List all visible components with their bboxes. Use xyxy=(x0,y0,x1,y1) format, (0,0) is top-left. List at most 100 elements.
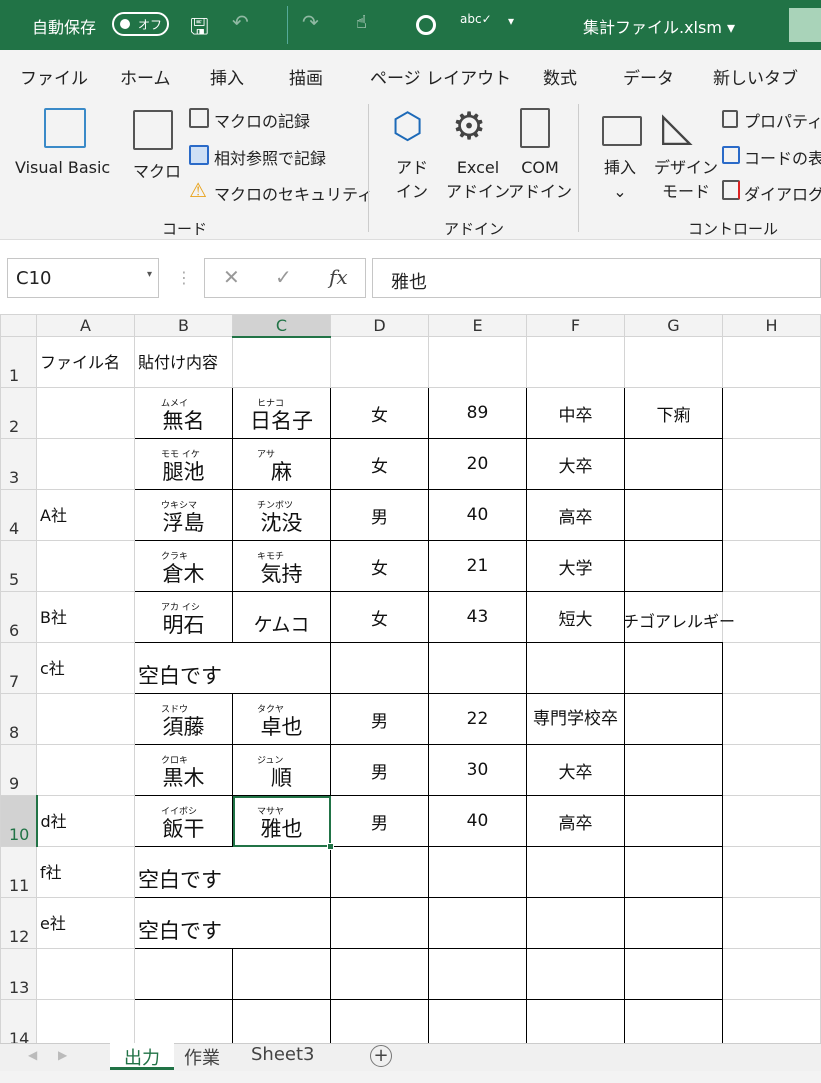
cell-F7[interactable] xyxy=(526,642,625,694)
add-sheet-button[interactable]: + xyxy=(370,1045,392,1067)
row-header[interactable]: 7 xyxy=(0,642,37,694)
cancel-icon[interactable]: ✕ xyxy=(223,265,240,289)
cell-D2[interactable]: 女 xyxy=(330,387,429,439)
cell-F6[interactable]: 短大 xyxy=(526,591,625,643)
cell-F5[interactable]: 大学 xyxy=(526,540,625,592)
cell-H11[interactable] xyxy=(722,846,821,898)
cell-C3[interactable]: アサ麻 xyxy=(232,438,331,490)
addins-button[interactable]: アド イン xyxy=(396,156,428,204)
cell-E2[interactable]: 89 xyxy=(428,387,527,439)
cell-C7[interactable] xyxy=(232,642,331,694)
cell-C1[interactable] xyxy=(232,336,331,388)
cell-A7[interactable]: c社 xyxy=(36,642,135,694)
run-dialog-button[interactable]: ダイアログの xyxy=(744,181,821,205)
cell-G12[interactable] xyxy=(624,897,723,949)
cell-G1[interactable] xyxy=(624,336,723,388)
row-header[interactable]: 2 xyxy=(0,387,37,439)
com-addins-button[interactable]: COM アドイン xyxy=(508,156,572,204)
cell-G5[interactable] xyxy=(624,540,723,592)
cell-B2[interactable]: ムメイ 無名 xyxy=(134,387,233,439)
tab-home[interactable]: ホーム xyxy=(120,64,171,89)
cell-E9[interactable]: 30 xyxy=(428,744,527,796)
cell-E11[interactable] xyxy=(428,846,527,898)
cell-F8[interactable]: 専門学校卒 xyxy=(526,693,625,745)
cell-E1[interactable] xyxy=(428,336,527,388)
cell-D10[interactable]: 男 xyxy=(330,795,429,847)
cell-H6[interactable] xyxy=(722,591,821,643)
cell-B6[interactable]: アカ イシ 明石 xyxy=(134,591,233,643)
cell-C5[interactable]: キモチ 気持 xyxy=(232,540,331,592)
cell-D1[interactable] xyxy=(330,336,429,388)
view-code-button[interactable]: コードの表 xyxy=(744,145,821,169)
cell-B11[interactable]: 空白です xyxy=(134,846,233,898)
column-header-B[interactable]: B xyxy=(134,314,233,337)
cell-B1[interactable]: 貼付け内容 xyxy=(134,336,233,388)
cell-C6[interactable]: ケムコ xyxy=(232,591,331,643)
macro-security-button[interactable]: マクロのセキュリティ xyxy=(214,181,373,205)
row-header[interactable]: 6 xyxy=(0,591,37,643)
cell-B10[interactable]: イイボシ 飯干 xyxy=(134,795,233,847)
cell-A10[interactable]: d社 xyxy=(36,795,135,847)
cell-E6[interactable]: 43 xyxy=(428,591,527,643)
cell-G4[interactable] xyxy=(624,489,723,541)
cell-F9[interactable]: 大卒 xyxy=(526,744,625,796)
cell-F2[interactable]: 中卒 xyxy=(526,387,625,439)
cell-F3[interactable]: 大卒 xyxy=(526,438,625,490)
sheet-tab-sheet3[interactable]: Sheet3 xyxy=(251,1044,315,1065)
row-header[interactable]: 9 xyxy=(0,744,37,796)
cell-B5[interactable]: クラキ 倉木 xyxy=(134,540,233,592)
design-mode-button[interactable]: デザイン モード xyxy=(654,156,718,204)
cell-E4[interactable]: 40 xyxy=(428,489,527,541)
cell-A9[interactable] xyxy=(36,744,135,796)
cell-F1[interactable] xyxy=(526,336,625,388)
visual-basic-button[interactable]: Visual Basic xyxy=(15,158,110,177)
cell-F12[interactable] xyxy=(526,897,625,949)
cell-E10[interactable]: 40 xyxy=(428,795,527,847)
tab-draw[interactable]: 描画 xyxy=(289,64,323,89)
cell-A8[interactable] xyxy=(36,693,135,745)
row-header[interactable]: 5 xyxy=(0,540,37,592)
autosave-toggle[interactable]: オフ xyxy=(112,12,169,36)
row-header[interactable]: 12 xyxy=(0,897,37,949)
cell-A3[interactable] xyxy=(36,438,135,490)
column-header-H[interactable]: H xyxy=(722,314,821,337)
cell-H2[interactable] xyxy=(722,387,821,439)
properties-button[interactable]: プロパティ xyxy=(744,108,821,132)
row-header[interactable]: 1 xyxy=(0,336,37,388)
column-header-G[interactable]: G xyxy=(624,314,723,337)
cell-D8[interactable]: 男 xyxy=(330,693,429,745)
cell-F13[interactable] xyxy=(526,948,625,1000)
cell-B12[interactable]: 空白です xyxy=(134,897,233,949)
cell-A13[interactable] xyxy=(36,948,135,1000)
cell-B9[interactable]: クロキ 黒木 xyxy=(134,744,233,796)
tab-file[interactable]: ファイル xyxy=(20,64,88,89)
column-header-C[interactable]: C xyxy=(232,314,331,338)
cell-E13[interactable] xyxy=(428,948,527,1000)
column-header-D[interactable]: D xyxy=(330,314,429,337)
sheet-tab-work[interactable]: 作業 xyxy=(184,1044,220,1070)
spellcheck-icon[interactable]: abc✓ xyxy=(460,12,492,26)
tab-new[interactable]: 新しいタブ xyxy=(713,64,798,89)
cell-D9[interactable]: 男 xyxy=(330,744,429,796)
cell-A4[interactable]: A社 xyxy=(36,489,135,541)
cell-E7[interactable] xyxy=(428,642,527,694)
row-header[interactable]: 8 xyxy=(0,693,37,745)
cell-G9[interactable] xyxy=(624,744,723,796)
select-all-button[interactable] xyxy=(0,314,37,337)
row-header[interactable]: 3 xyxy=(0,438,37,490)
column-header-F[interactable]: F xyxy=(526,314,625,337)
record-icon[interactable] xyxy=(416,15,436,35)
cell-D12[interactable] xyxy=(330,897,429,949)
cell-B8[interactable]: スドウ 須藤 xyxy=(134,693,233,745)
save-icon[interactable]: 🖫 xyxy=(190,10,209,48)
cell-B7[interactable]: 空白です xyxy=(134,642,233,694)
cell-C10[interactable]: マサヤ 雅也 xyxy=(232,795,334,850)
cell-E12[interactable] xyxy=(428,897,527,949)
cell-A12[interactable]: e社 xyxy=(36,897,135,949)
row-header[interactable]: 11 xyxy=(0,846,37,898)
formula-input[interactable]: 雅也 xyxy=(372,258,821,298)
column-header-E[interactable]: E xyxy=(428,314,527,337)
cell-F10[interactable]: 高卒 xyxy=(526,795,625,847)
excel-addins-button[interactable]: Excel アドイン xyxy=(446,156,510,204)
cell-H9[interactable] xyxy=(722,744,821,796)
